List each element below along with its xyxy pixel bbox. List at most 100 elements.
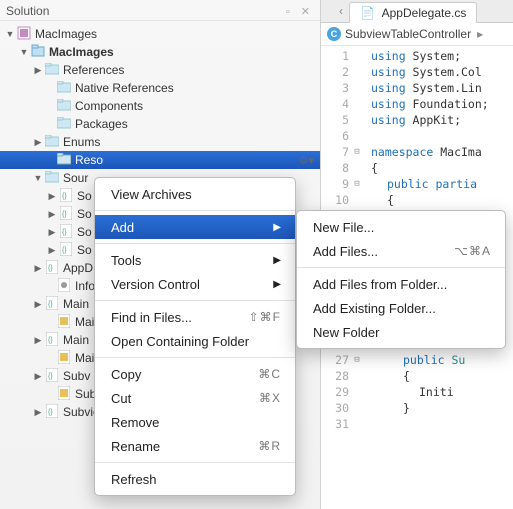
tree-solution-row[interactable]: ▼ MacImages xyxy=(0,25,320,43)
menu-new-folder[interactable]: New Folder xyxy=(297,320,505,344)
menu-tools[interactable]: Tools▶ xyxy=(95,248,295,272)
tree-label: Reso xyxy=(75,153,103,167)
pad-controls[interactable]: ▫ ✕ xyxy=(286,5,314,18)
svg-text:{}: {} xyxy=(48,337,53,344)
xib-file-icon xyxy=(56,314,72,331)
solution-icon xyxy=(16,26,32,43)
tree-label: Components xyxy=(75,99,143,113)
csharp-file-icon: {} xyxy=(58,188,74,205)
menu-view-archives[interactable]: View Archives xyxy=(95,182,295,206)
menu-separator xyxy=(95,210,295,211)
csharp-file-icon: {} xyxy=(58,206,74,223)
submenu-arrow-icon: ▶ xyxy=(273,279,281,290)
tab-label: AppDelegate.cs xyxy=(382,6,467,20)
shortcut-label: ⌘C xyxy=(258,367,281,381)
expander-icon[interactable]: ▶ xyxy=(32,65,44,76)
menu-cut[interactable]: Cut⌘X xyxy=(95,386,295,410)
csharp-file-icon: {} xyxy=(44,368,60,385)
gear-icon[interactable]: ⚙▾ xyxy=(299,154,314,167)
expander-icon[interactable]: ▼ xyxy=(4,29,16,39)
plist-file-icon xyxy=(56,278,72,295)
tree-label: Sour xyxy=(63,171,88,185)
svg-text:{}: {} xyxy=(62,247,67,254)
tree-label: So xyxy=(77,189,92,203)
folder-icon xyxy=(56,153,72,168)
shortcut-label: ⌥⌘A xyxy=(454,244,491,258)
file-icon: 📄 xyxy=(360,6,375,20)
tree-nativerefs-row[interactable]: Native References xyxy=(0,79,320,97)
tree-label: So xyxy=(77,225,92,239)
menu-separator xyxy=(95,243,295,244)
context-menu: View Archives Add▶ Tools▶ Version Contro… xyxy=(94,177,296,496)
tree-label: Subv xyxy=(63,369,90,383)
solution-label: MacImages xyxy=(35,27,97,41)
tree-references-row[interactable]: ▶ References xyxy=(0,61,320,79)
expander-icon[interactable]: ▼ xyxy=(18,47,30,57)
tree-components-row[interactable]: Components xyxy=(0,97,320,115)
shortcut-label: ⌘X xyxy=(259,391,281,405)
chevron-right-icon: ▸ xyxy=(477,27,483,41)
tree-label: So xyxy=(77,207,92,221)
tree-project-row[interactable]: ▼ MacImages xyxy=(0,43,320,61)
shortcut-label: ⌘R xyxy=(258,439,281,453)
svg-text:{}: {} xyxy=(48,373,53,380)
breadcrumb-class: SubviewTableController xyxy=(345,27,471,41)
menu-add-files[interactable]: Add Files...⌥⌘A xyxy=(297,239,505,263)
folder-icon xyxy=(44,63,60,78)
tree-label: So xyxy=(77,243,92,257)
tree-resources-row[interactable]: Reso ⚙▾ xyxy=(0,151,320,169)
tree-label: Packages xyxy=(75,117,128,131)
menu-copy[interactable]: Copy⌘C xyxy=(95,362,295,386)
pad-title: Solution xyxy=(6,4,49,18)
menu-remove[interactable]: Remove xyxy=(95,410,295,434)
menu-find-in-files[interactable]: Find in Files...⇧⌘F xyxy=(95,305,295,329)
menu-add[interactable]: Add▶ xyxy=(95,215,295,239)
folder-icon xyxy=(56,81,72,96)
tree-packages-row[interactable]: Packages xyxy=(0,115,320,133)
csharp-file-icon: {} xyxy=(58,224,74,241)
menu-version-control[interactable]: Version Control▶ xyxy=(95,272,295,296)
context-submenu-add: New File... Add Files...⌥⌘A Add Files fr… xyxy=(296,210,506,349)
menu-new-file[interactable]: New File... xyxy=(297,215,505,239)
project-icon xyxy=(30,44,46,61)
menu-separator xyxy=(95,300,295,301)
svg-text:{}: {} xyxy=(48,409,53,416)
pad-header: Solution ▫ ✕ xyxy=(0,0,320,21)
folder-icon xyxy=(56,99,72,114)
svg-text:{}: {} xyxy=(48,265,53,272)
menu-separator xyxy=(297,267,505,268)
breadcrumb[interactable]: C SubviewTableController ▸ xyxy=(321,23,513,46)
menu-refresh[interactable]: Refresh xyxy=(95,467,295,491)
tab-chevron-icon[interactable]: ‹ xyxy=(339,4,343,18)
menu-add-existing-folder[interactable]: Add Existing Folder... xyxy=(297,296,505,320)
folder-icon xyxy=(56,117,72,132)
menu-separator xyxy=(95,462,295,463)
csharp-file-icon: {} xyxy=(44,260,60,277)
menu-open-containing-folder[interactable]: Open Containing Folder xyxy=(95,329,295,353)
svg-text:{}: {} xyxy=(62,229,67,236)
svg-text:{}: {} xyxy=(62,211,67,218)
expander-icon[interactable]: ▼ xyxy=(32,173,44,183)
xib-file-icon xyxy=(56,350,72,367)
tree-label: Main xyxy=(63,333,89,347)
svg-text:{}: {} xyxy=(48,301,53,308)
tree-enums-row[interactable]: ▶ Enums xyxy=(0,133,320,151)
svg-text:{}: {} xyxy=(62,193,67,200)
tree-label: Enums xyxy=(63,135,100,149)
editor-tabbar: ‹ 📄 AppDelegate.cs xyxy=(321,0,513,23)
tree-label: Native References xyxy=(75,81,174,95)
expander-icon[interactable]: ▶ xyxy=(32,137,44,148)
csharp-file-icon: {} xyxy=(44,296,60,313)
folder-icon xyxy=(44,135,60,150)
csharp-file-icon: {} xyxy=(44,404,60,421)
csharp-file-icon: {} xyxy=(58,242,74,259)
menu-add-files-from-folder[interactable]: Add Files from Folder... xyxy=(297,272,505,296)
csharp-file-icon: {} xyxy=(44,332,60,349)
editor-tab[interactable]: 📄 AppDelegate.cs xyxy=(349,2,477,23)
submenu-arrow-icon: ▶ xyxy=(273,222,281,233)
xib-file-icon xyxy=(56,386,72,403)
submenu-arrow-icon: ▶ xyxy=(273,255,281,266)
folder-icon xyxy=(44,171,60,186)
menu-rename[interactable]: Rename⌘R xyxy=(95,434,295,458)
project-label: MacImages xyxy=(49,45,114,59)
